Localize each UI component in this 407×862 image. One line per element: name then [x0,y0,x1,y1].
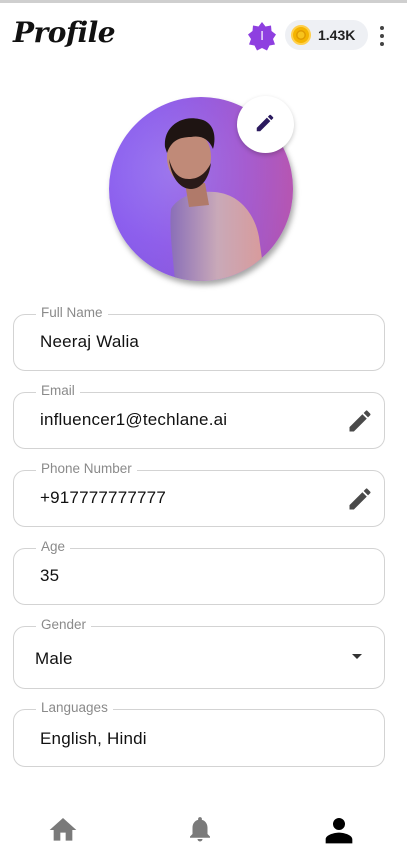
edit-photo-button[interactable] [237,96,294,153]
app-header: Profile I 1.43K [0,14,407,58]
pencil-icon [256,114,274,132]
nav-home[interactable] [43,812,83,848]
bottom-navigation [0,800,407,862]
gender-value: Male [35,649,73,668]
dropdown-arrow-icon [352,654,362,659]
email-value: influencer1@techlane.ai [40,410,228,429]
age-value: 35 [40,566,60,585]
page-title: Profile [13,16,116,49]
phone-value: +917777777777 [40,488,166,507]
languages-label: Languages [36,700,113,715]
status-divider [0,0,407,3]
nav-notifications[interactable] [181,812,221,848]
gender-label: Gender [36,617,92,632]
coin-count: 1.43K [318,27,356,43]
more-options-icon[interactable] [374,24,390,48]
full-name-label: Full Name [36,305,108,320]
gender-select[interactable]: Gender Male [13,617,385,689]
languages-value: English, Hindi [40,729,147,748]
full-name-field[interactable]: Full Name Neeraj Walia [13,305,385,371]
badge-letter: I [260,28,264,43]
edit-phone-icon[interactable] [346,485,374,513]
person-icon [325,818,353,844]
tier-badge[interactable]: I [247,21,277,51]
email-field[interactable]: Email influencer1@techlane.ai [13,383,385,449]
phone-field[interactable]: Phone Number +917777777777 [13,461,385,527]
full-name-value: Neeraj Walia [40,332,140,351]
email-label: Email [36,383,80,398]
nav-profile[interactable] [319,812,359,848]
age-label: Age [36,539,71,554]
coin-balance[interactable]: 1.43K [285,20,368,50]
phone-label: Phone Number [36,461,137,476]
languages-field[interactable]: Languages English, Hindi [13,700,385,767]
age-field[interactable]: Age 35 [13,539,385,605]
bell-icon [190,817,210,842]
edit-email-icon[interactable] [346,407,374,435]
home-icon [49,818,77,841]
coin-icon [291,25,311,45]
